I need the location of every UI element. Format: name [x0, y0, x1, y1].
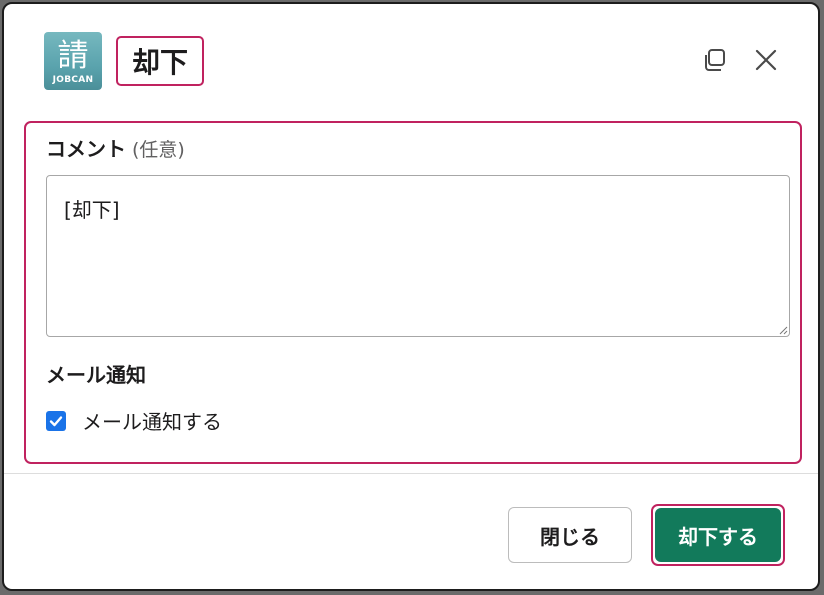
copy-icon [705, 49, 725, 71]
checkmark-icon [49, 415, 63, 426]
close-icon [755, 49, 777, 71]
mail-notification-heading: メール通知 [46, 363, 146, 387]
resize-grip-icon[interactable] [778, 325, 788, 335]
reject-dialog: 請 JOBCAN 却下 コメント (任意) [却下] メール通知 メール通知する… [2, 2, 820, 591]
close-button[interactable] [750, 44, 782, 76]
footer-divider [4, 473, 818, 474]
mail-notification-checkbox-label[interactable]: メール通知する [82, 406, 222, 435]
mail-notification-option[interactable]: メール通知する [46, 406, 222, 435]
jobcan-app-icon: 請 JOBCAN [44, 32, 102, 90]
comment-label: コメント (任意) [46, 133, 185, 162]
reject-submit-button[interactable]: 却下する [655, 508, 781, 562]
dialog-header: 請 JOBCAN 却下 [4, 4, 818, 119]
mail-notification-checkbox[interactable] [46, 410, 66, 431]
title-highlight: 却下 [116, 36, 204, 86]
comment-textarea[interactable]: [却下] [46, 175, 790, 337]
close-dialog-button[interactable]: 閉じる [508, 507, 632, 563]
app-icon-glyph: 請 [57, 37, 89, 74]
app-icon-brand: JOBCAN [52, 74, 94, 85]
comment-optional-hint: (任意) [132, 139, 185, 161]
dialog-title: 却下 [131, 46, 188, 79]
copy-button[interactable] [698, 44, 730, 76]
form-section-highlight: コメント (任意) [却下] メール通知 メール通知する [24, 121, 802, 464]
comment-label-text: コメント [46, 137, 126, 161]
